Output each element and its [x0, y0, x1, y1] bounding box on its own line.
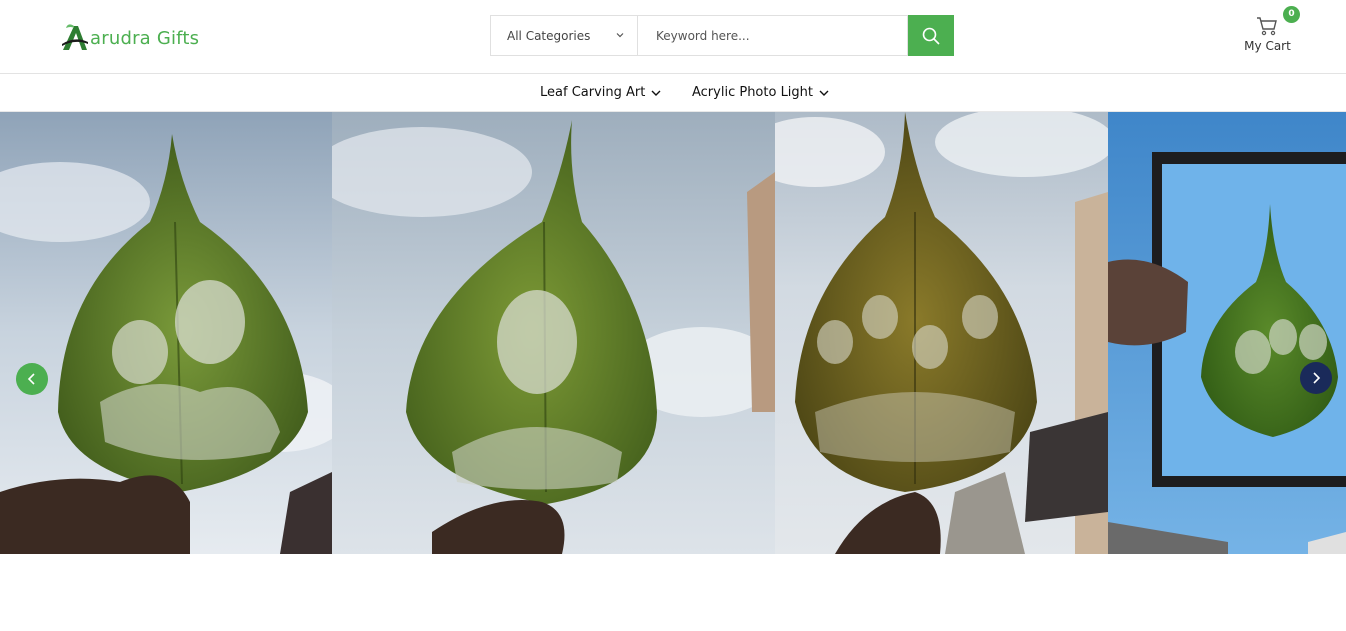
cart-icon	[1257, 17, 1277, 36]
slide-leaf-group[interactable]	[775, 112, 1108, 554]
category-select[interactable]: All Categories	[490, 15, 637, 56]
search-input[interactable]	[637, 15, 908, 56]
chevron-down-icon	[616, 33, 624, 38]
search-bar: All Categories	[490, 15, 954, 56]
logo-mark-icon	[62, 24, 88, 50]
slide-acrylic-family[interactable]	[1108, 112, 1346, 554]
site-logo[interactable]: arudra Gifts	[62, 22, 199, 54]
nav-item-label: Acrylic Photo Light	[692, 85, 814, 100]
nav-item-acrylic-photo-light[interactable]: Acrylic Photo Light	[692, 74, 829, 111]
nav-item-label: Leaf Carving Art	[540, 85, 646, 100]
chevron-down-icon	[819, 90, 829, 96]
chevron-left-icon	[27, 373, 35, 385]
slide-image	[0, 112, 332, 554]
cart-count-badge: 0	[1283, 6, 1300, 23]
main-nav: Leaf Carving Art Acrylic Photo Light	[0, 74, 1346, 112]
slide-image	[332, 112, 775, 554]
cart-button[interactable]: 0 My Cart	[1240, 6, 1300, 58]
chevron-down-icon	[651, 90, 661, 96]
brand-name: arudra Gifts	[90, 27, 200, 49]
slide-image	[1108, 112, 1346, 554]
slide-leaf-young-man[interactable]	[332, 112, 775, 554]
cart-label: My Cart	[1244, 39, 1291, 53]
slide-image	[775, 112, 1108, 554]
category-select-value: All Categories	[507, 28, 591, 43]
nav-item-leaf-carving-art[interactable]: Leaf Carving Art	[540, 74, 661, 111]
site-header: arudra Gifts All Categories 0 My Cart	[0, 0, 1346, 74]
slider-next-button[interactable]	[1300, 362, 1332, 394]
slide-leaf-mother-child[interactable]	[0, 112, 332, 554]
slider-prev-button[interactable]	[16, 363, 48, 395]
chevron-right-icon	[1313, 372, 1321, 384]
search-button[interactable]	[908, 15, 954, 56]
search-icon	[922, 27, 940, 45]
hero-slider	[0, 112, 1346, 554]
